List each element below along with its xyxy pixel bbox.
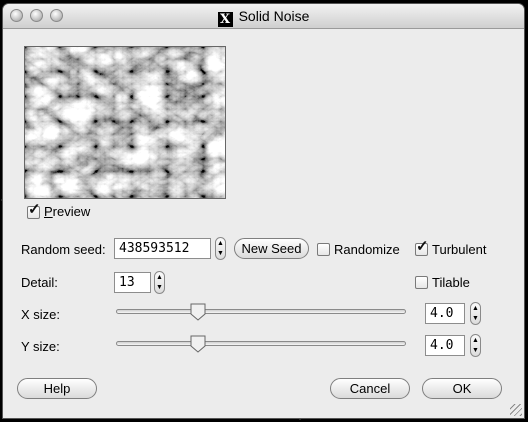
detail-spinner[interactable]: ▲ ▼ [154,271,165,294]
turbulent-label[interactable]: Turbulent [432,242,486,257]
random-seed-label: Random seed: [21,242,106,257]
new-seed-button[interactable]: New Seed [234,238,309,259]
y-size-slider-thumb[interactable] [190,335,206,353]
detail-label: Detail: [21,275,58,290]
cancel-button[interactable]: Cancel [330,378,410,399]
spin-down-icon[interactable]: ▼ [471,315,480,323]
window-title: Solid Noise [238,8,310,24]
spin-up-icon[interactable]: ▲ [155,274,164,282]
x-size-spinner[interactable]: ▲ ▼ [470,302,481,325]
spin-up-icon[interactable]: ▲ [216,240,225,248]
spin-up-icon[interactable]: ▲ [471,305,480,313]
y-size-input[interactable]: 4.0 [425,335,465,356]
help-button[interactable]: Help [17,378,97,399]
checkmark-icon: ✓ [416,238,429,255]
detail-input[interactable]: 13 [114,272,151,293]
preview-checkbox[interactable]: ✓ [27,202,41,219]
title-bar[interactable]: X Solid Noise [3,4,524,29]
noise-preview-image [24,46,226,199]
randomize-checkbox[interactable] [317,243,330,256]
spin-down-icon[interactable]: ▼ [471,347,480,355]
turbulent-checkbox[interactable]: ✓ [415,239,429,256]
x-size-label: X size: [21,307,61,322]
checkmark-icon: ✓ [28,201,41,218]
randomize-label[interactable]: Randomize [334,242,400,257]
spin-down-icon[interactable]: ▼ [155,284,164,292]
y-size-spinner[interactable]: ▲ ▼ [470,334,481,357]
solid-noise-dialog: X Solid Noise ✓ Preview Random seed: 4385… [3,4,524,418]
spin-down-icon[interactable]: ▼ [216,250,225,258]
spin-up-icon[interactable]: ▲ [471,337,480,345]
tilable-label[interactable]: Tilable [432,275,470,290]
x11-icon: X [217,12,233,27]
tilable-checkbox[interactable] [415,276,428,289]
resize-grip-icon[interactable] [510,404,522,416]
ok-button[interactable]: OK [422,378,502,399]
x-size-slider-thumb[interactable] [190,303,206,321]
x-size-input[interactable]: 4.0 [425,303,465,324]
y-size-slider-track[interactable] [116,341,406,346]
random-seed-spinner[interactable]: ▲ ▼ [215,237,226,260]
y-size-label: Y size: [21,339,60,354]
preview-label[interactable]: Preview [44,204,90,219]
x-size-slider-track[interactable] [116,309,406,314]
random-seed-input[interactable]: 438593512 [114,238,211,259]
